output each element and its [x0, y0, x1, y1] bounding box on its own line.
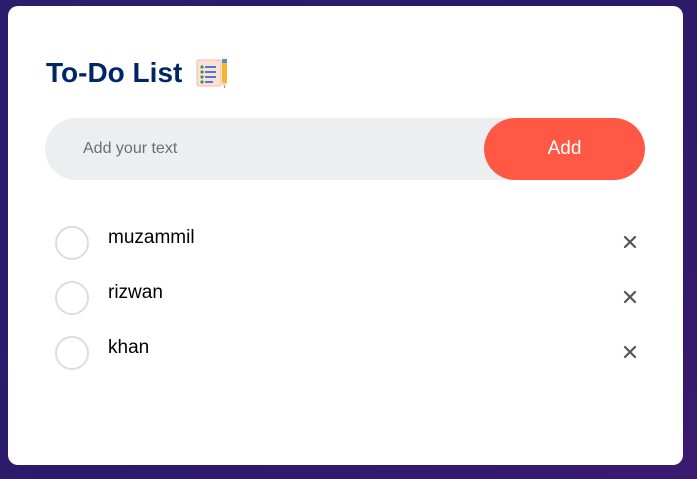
- close-icon[interactable]: [618, 285, 642, 309]
- task-text: khan: [108, 337, 150, 358]
- checkbox-circle-icon[interactable]: [55, 226, 89, 260]
- page-title: To-Do List: [46, 57, 183, 88]
- todo-card: To-Do List Add muz: [8, 6, 683, 465]
- header: To-Do List: [46, 56, 230, 90]
- list-item[interactable]: rizwan: [46, 271, 646, 326]
- task-text: rizwan: [108, 282, 163, 303]
- checkbox-circle-icon[interactable]: [55, 281, 89, 315]
- task-input[interactable]: [45, 117, 484, 181]
- add-task-row: Add: [45, 117, 645, 181]
- add-button[interactable]: Add: [484, 118, 645, 180]
- checkbox-circle-icon[interactable]: [55, 336, 89, 370]
- task-list: muzammil rizwan khan: [46, 216, 646, 381]
- close-icon[interactable]: [618, 230, 642, 254]
- task-text: muzammil: [108, 227, 195, 248]
- list-item[interactable]: khan: [46, 326, 646, 381]
- close-icon[interactable]: [618, 340, 642, 364]
- notepad-pencil-icon: [194, 56, 230, 90]
- list-item[interactable]: muzammil: [46, 216, 646, 271]
